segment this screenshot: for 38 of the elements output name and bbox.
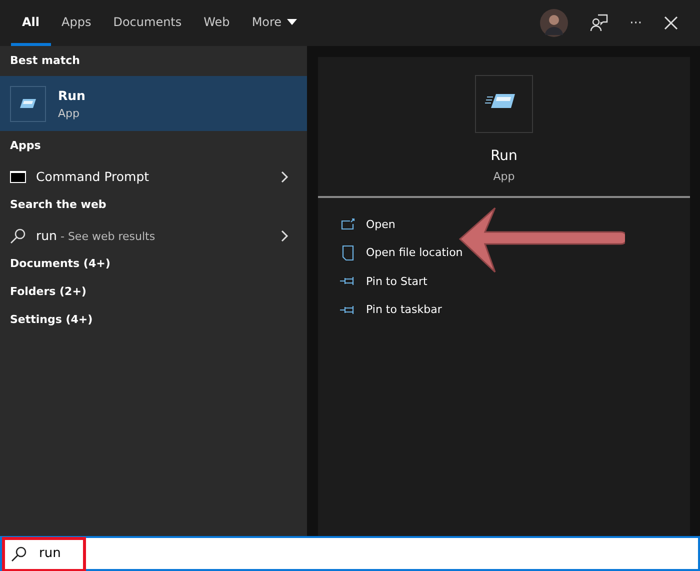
action-item[interactable]: Pin to Start	[340, 267, 428, 296]
window-icon	[340, 218, 356, 230]
section-heading: Documents (4+)	[9, 256, 112, 272]
app-icon	[10, 86, 46, 122]
action-item[interactable]: Open file location	[340, 238, 463, 267]
feedback-icon[interactable]	[590, 14, 608, 32]
section-heading: Settings (4+)	[9, 312, 94, 328]
chevron-icon	[281, 230, 289, 242]
section-heading: Search the web	[9, 197, 108, 213]
search-icon	[10, 228, 26, 244]
preview-subtitle: App	[493, 170, 515, 183]
close-icon[interactable]	[664, 16, 678, 30]
terminal-icon	[10, 170, 26, 182]
chevron-icon	[281, 170, 289, 182]
section-heading: Folders (2+)	[9, 284, 88, 300]
pin-icon	[340, 304, 356, 315]
result-item[interactable]: run - See web results	[0, 220, 307, 251]
app-icon	[475, 75, 533, 133]
filter-tab[interactable]: Documents	[102, 0, 193, 46]
search-field[interactable]: run	[0, 536, 700, 571]
action-item[interactable]: Pin to taskbar	[340, 296, 442, 324]
search-icon	[11, 546, 27, 562]
result-subtitle: App	[58, 106, 80, 120]
filter-tab[interactable]: Web	[192, 0, 241, 46]
pin-icon	[340, 276, 356, 286]
preview-title: Run	[490, 148, 518, 164]
caret-icon	[286, 18, 297, 24]
action-item[interactable]: Open	[340, 210, 396, 238]
folder-icon	[340, 244, 356, 261]
filter-tab[interactable]: More	[240, 0, 308, 46]
result-item[interactable]: Run App	[0, 76, 307, 131]
filter-tab[interactable]: Apps	[50, 0, 102, 46]
result-title: Run	[58, 88, 86, 102]
more-options-button[interactable]: ···	[630, 16, 642, 30]
section-heading: Apps	[9, 138, 42, 154]
section-heading: Best match	[9, 53, 81, 69]
avatar-icon[interactable]	[540, 9, 568, 37]
result-item[interactable]: Command Prompt	[0, 161, 307, 192]
